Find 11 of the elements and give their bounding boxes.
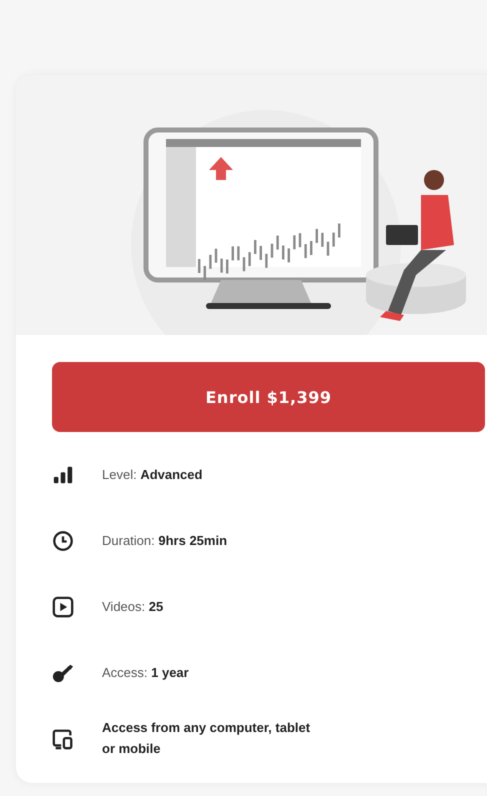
feature-text: Level: Advanced — [102, 466, 204, 484]
feature-text: Videos: 25 — [102, 598, 164, 616]
play-icon — [52, 596, 74, 618]
clock-icon — [52, 530, 74, 552]
feature-text: Duration: 9hrs 25min — [102, 532, 228, 550]
feature-text: Access from any computer, tablet or mobile — [102, 719, 312, 758]
enroll-button[interactable]: Enroll $1,399 — [52, 362, 485, 432]
key-icon — [52, 662, 74, 684]
devices-icon — [52, 728, 74, 750]
feature-text: Access: 1 year — [102, 664, 190, 682]
signal-bars-icon — [52, 464, 74, 486]
